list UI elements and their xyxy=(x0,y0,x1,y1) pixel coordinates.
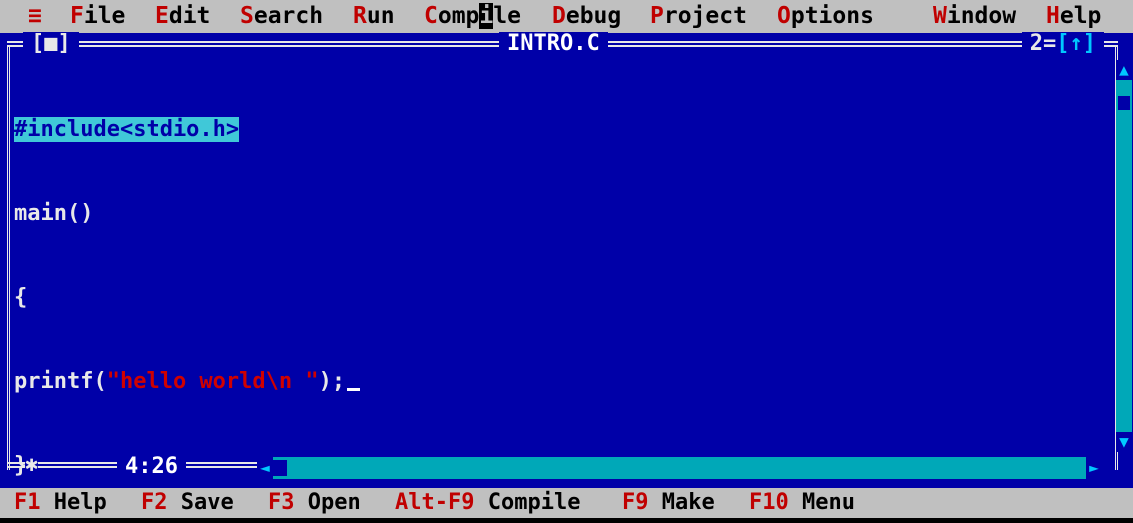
text-cursor xyxy=(347,388,361,391)
status-key: F9 xyxy=(622,490,649,515)
code-line-text: printf( xyxy=(14,369,107,394)
menu-bar: ≡ File Edit Search Run Compile Debug Pro… xyxy=(0,0,1133,33)
status-label: Open xyxy=(307,490,361,515)
menu-project-label: roject xyxy=(663,3,747,29)
menu-debug-label: ebug xyxy=(565,3,622,29)
status-help[interactable]: F1 Help xyxy=(14,488,107,518)
menu-compile-label: ompile xyxy=(437,3,521,29)
menu-file-hotkey: F xyxy=(70,3,84,29)
status-bar: F1 Help F2 Save F3 Open Alt-F9 Compile F… xyxy=(0,488,1133,523)
status-menu[interactable]: F10 Menu xyxy=(749,488,855,518)
menu-options-label: ptions xyxy=(790,3,874,29)
status-make[interactable]: F9 Make xyxy=(622,488,715,518)
menu-window-label: indow xyxy=(946,3,1017,29)
status-label: Compile xyxy=(487,490,581,515)
menu-options-hotkey: O xyxy=(777,3,791,29)
menu-edit-hotkey: E xyxy=(155,3,169,29)
screen-bottom-edge xyxy=(0,518,1133,523)
menu-window[interactable]: Window xyxy=(933,0,1016,33)
scroll-left-icon[interactable]: ◄ xyxy=(257,457,273,479)
menu-compile[interactable]: Compile xyxy=(424,0,521,33)
code-line-text: { xyxy=(14,285,28,310)
menu-file[interactable]: File xyxy=(70,0,125,33)
status-label: Make xyxy=(661,490,715,515)
resize-corner-icon[interactable]: ✱ xyxy=(25,453,39,477)
scroll-right-icon[interactable]: ► xyxy=(1086,457,1102,479)
menu-window-hotkey: W xyxy=(933,3,947,29)
menu-options[interactable]: Options xyxy=(777,0,874,33)
window-number: 2 xyxy=(1029,31,1043,56)
menu-compile-hotkey: C xyxy=(424,3,438,29)
code-line-3: { xyxy=(14,284,360,312)
menu-help[interactable]: Help xyxy=(1046,0,1101,33)
status-compile[interactable]: Alt-F9 Compile xyxy=(395,488,580,518)
status-label: Save xyxy=(180,490,234,515)
window-title-bar[interactable]: [■] INTRO.C 2=[↑] xyxy=(7,32,1118,56)
status-key: F1 xyxy=(14,490,41,515)
code-line-text: #include<stdio.h> xyxy=(14,117,240,142)
status-key: Alt-F9 xyxy=(395,490,475,515)
window-number-zoom: 2=[↑] xyxy=(1021,31,1104,56)
vertical-scrollbar[interactable]: ▲ ▼ xyxy=(1116,60,1132,452)
menu-debug-hotkey: D xyxy=(552,3,566,29)
cursor-position: 4:26 xyxy=(117,455,186,479)
status-key: F10 xyxy=(749,490,789,515)
menu-edit[interactable]: Edit xyxy=(155,0,210,33)
menu-search[interactable]: Search xyxy=(240,0,323,33)
menu-help-label: elp xyxy=(1059,3,1102,29)
menu-cursor-block: i xyxy=(479,3,494,29)
status-label: Menu xyxy=(802,490,855,515)
status-open[interactable]: F3 Open xyxy=(268,488,361,518)
menu-debug[interactable]: Debug xyxy=(552,0,621,33)
menu-run-label: un xyxy=(366,3,395,29)
system-menu-icon[interactable]: ≡ xyxy=(28,0,42,33)
zoom-box-button[interactable]: [↑] xyxy=(1056,31,1096,56)
menu-search-hotkey: S xyxy=(240,3,254,29)
code-line-4: printf("hello world\n "); xyxy=(14,368,361,396)
scroll-down-icon[interactable]: ▼ xyxy=(1116,432,1132,452)
code-line-text: main() xyxy=(14,201,94,226)
horizontal-scrollbar[interactable]: ◄ ► xyxy=(257,457,1102,479)
menu-project-hotkey: P xyxy=(650,3,664,29)
menu-run[interactable]: Run xyxy=(353,0,395,33)
menu-search-label: earch xyxy=(253,3,324,29)
code-editor[interactable]: #include<stdio.h> main() { printf("hello… xyxy=(14,60,361,508)
code-line-1: #include<stdio.h> xyxy=(14,116,360,144)
horizontal-scroll-thumb[interactable] xyxy=(273,460,287,476)
status-key: F3 xyxy=(268,490,295,515)
string-literal: "hello world\n " xyxy=(106,369,319,394)
status-label: Help xyxy=(53,490,107,515)
menu-project[interactable]: Project xyxy=(650,0,747,33)
code-line-2: main() xyxy=(14,200,360,228)
menu-run-hotkey: R xyxy=(353,3,367,29)
menu-help-hotkey: H xyxy=(1046,3,1060,29)
code-line-text: ); xyxy=(318,369,346,394)
menu-file-label: ile xyxy=(83,3,126,29)
vertical-scroll-thumb[interactable] xyxy=(1118,96,1130,110)
status-key: F2 xyxy=(141,490,168,515)
close-box-button[interactable]: [■] xyxy=(23,32,79,56)
scroll-up-icon[interactable]: ▲ xyxy=(1116,60,1132,80)
menu-edit-label: dit xyxy=(168,3,211,29)
window-title: INTRO.C xyxy=(499,32,608,56)
window-bottom-border: ✱ 4:26 xyxy=(7,453,257,479)
status-save[interactable]: F2 Save xyxy=(141,488,234,518)
